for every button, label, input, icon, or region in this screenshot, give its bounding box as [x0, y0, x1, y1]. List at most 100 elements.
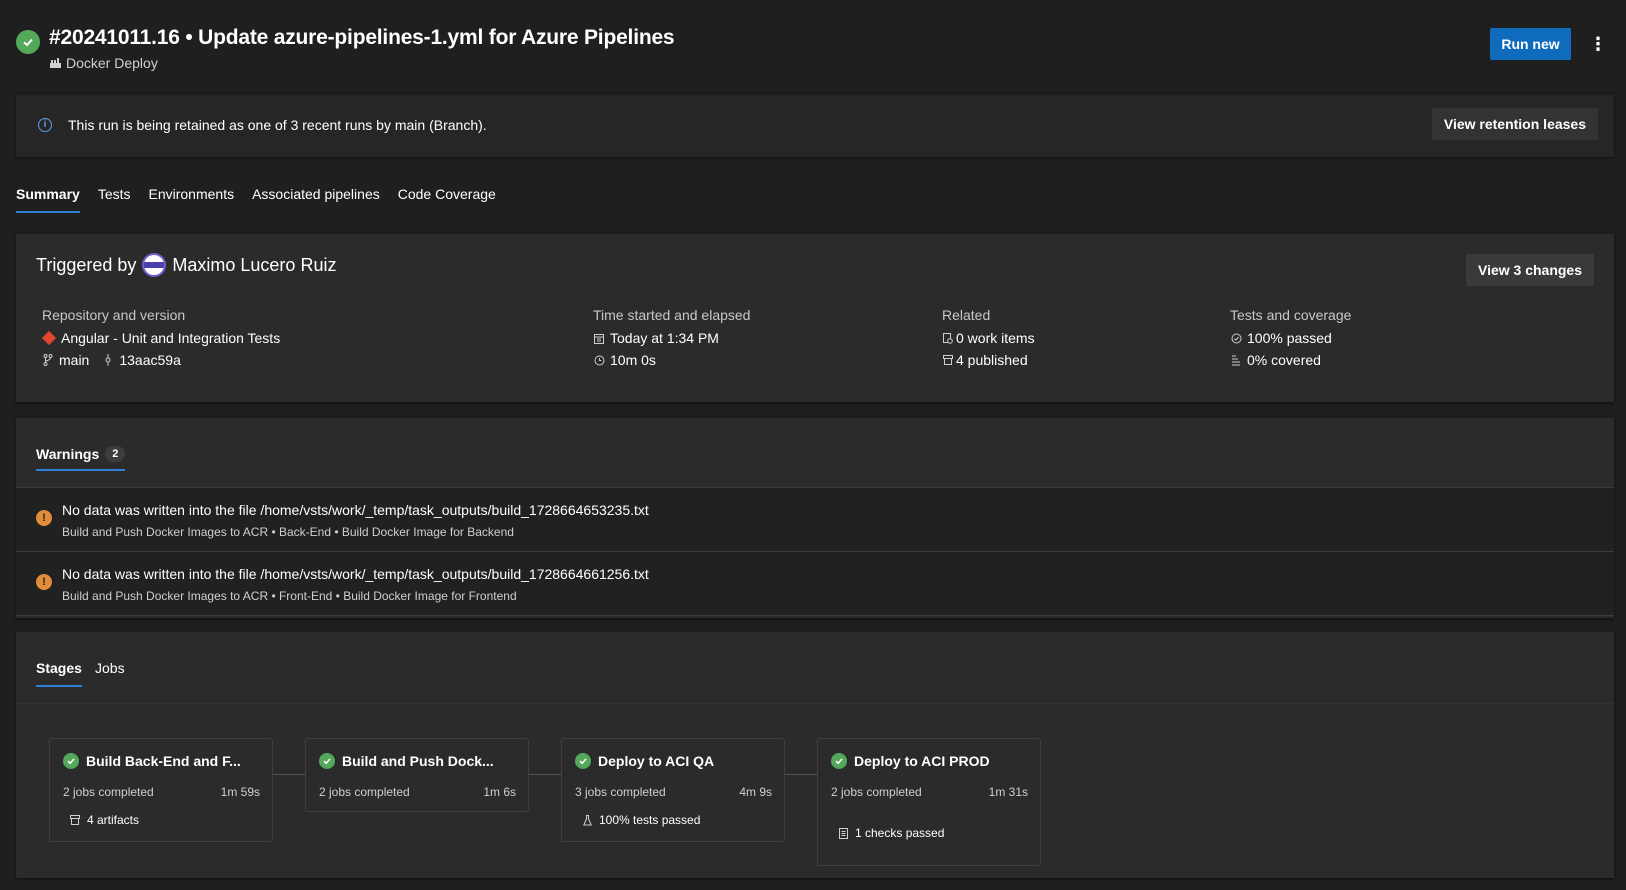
stage-connector — [785, 774, 817, 775]
git-repo-icon — [41, 330, 57, 346]
triggered-by-label: Triggered by — [36, 254, 137, 275]
stage-name: Deploy to ACI QA — [598, 753, 715, 769]
summary-card: Triggered by Maximo Lucero Ruiz View 3 c… — [16, 234, 1614, 402]
published-count: 4 published — [956, 352, 1028, 368]
published-row[interactable]: 4 published — [942, 352, 1035, 368]
stage-title: Build Back-End and F... — [63, 753, 241, 769]
stage-artifacts[interactable]: 4 artifacts — [69, 813, 139, 827]
view-changes-button[interactable]: View 3 changes — [1465, 254, 1594, 286]
stage-jobs: 2 jobs completed — [831, 785, 922, 799]
tab-tests[interactable]: Tests — [98, 186, 131, 213]
warnings-label: Warnings — [36, 446, 100, 462]
stage-duration: 1m 31s — [988, 785, 1028, 799]
repo-name: Angular - Unit and Integration Tests — [61, 330, 281, 346]
warning-path: Build and Push Docker Images to ACR • Fr… — [62, 589, 517, 603]
coverage-row[interactable]: 0% covered — [1230, 352, 1351, 368]
triggered-by: Triggered by Maximo Lucero Ruiz — [36, 253, 336, 277]
tab-associated-pipelines[interactable]: Associated pipelines — [252, 186, 380, 213]
stage-jobs: 2 jobs completed — [63, 785, 154, 799]
success-icon — [575, 753, 591, 769]
checklist-icon — [837, 827, 849, 839]
stage-extra-text: 1 checks passed — [855, 826, 945, 840]
tab-warnings[interactable]: Warnings 2 — [36, 446, 126, 471]
tab-environments[interactable]: Environments — [149, 186, 235, 213]
retention-banner: i This run is being retained as one of 3… — [16, 95, 1614, 157]
stage-tests[interactable]: 100% tests passed — [581, 813, 700, 827]
stage-card[interactable]: Deploy to ACI QA 3 jobs completed 4m 9s … — [561, 738, 785, 842]
start-time-row: Today at 1:34 PM — [593, 330, 750, 346]
view-retention-leases-button[interactable]: View retention leases — [1431, 108, 1598, 140]
stage-title: Build and Push Dock... — [319, 753, 494, 769]
artifact-icon — [69, 815, 81, 825]
tests-column: Tests and coverage 100% passed 0% covere… — [1230, 307, 1351, 374]
stage-checks[interactable]: 1 checks passed — [837, 826, 944, 840]
pipeline-name: Docker Deploy — [66, 55, 158, 71]
run-tabs: Summary Tests Environments Associated pi… — [16, 186, 514, 213]
stage-connector — [273, 774, 305, 775]
info-icon: i — [38, 118, 52, 132]
pipeline-icon — [49, 57, 62, 69]
tab-stages[interactable]: Stages — [36, 660, 82, 687]
beaker-icon — [581, 814, 593, 826]
stage-name: Build and Push Dock... — [342, 753, 494, 769]
tab-jobs[interactable]: Jobs — [95, 660, 125, 687]
tests-passed: 100% passed — [1247, 330, 1332, 346]
repository-column: Repository and version Angular - Unit an… — [41, 307, 281, 374]
work-item-icon — [942, 332, 954, 344]
calendar-icon — [593, 333, 605, 344]
artifact-icon — [942, 355, 954, 365]
stage-card[interactable]: Build and Push Dock... 2 jobs completed … — [305, 738, 529, 812]
trigger-user-name[interactable]: Maximo Lucero Ruiz — [172, 255, 336, 276]
related-column: Related 0 work items 4 published — [942, 307, 1035, 374]
elapsed-row: 10m 0s — [593, 352, 750, 368]
stage-jobs: 3 jobs completed — [575, 785, 666, 799]
tests-passed-row[interactable]: 100% passed — [1230, 330, 1351, 346]
related-header: Related — [942, 307, 991, 323]
time-header: Time started and elapsed — [593, 307, 751, 323]
clock-icon — [593, 355, 605, 366]
stage-card[interactable]: Deploy to ACI PROD 2 jobs completed 1m 3… — [817, 738, 1041, 866]
success-status-icon — [16, 30, 40, 54]
run-new-button[interactable]: Run new — [1490, 28, 1571, 60]
time-column: Time started and elapsed Today at 1:34 P… — [593, 307, 750, 374]
stage-title: Deploy to ACI PROD — [831, 753, 990, 769]
warning-path: Build and Push Docker Images to ACR • Ba… — [62, 525, 514, 539]
work-items-count: 0 work items — [956, 330, 1035, 346]
warning-icon: ! — [36, 574, 52, 590]
repository-header: Repository and version — [42, 307, 186, 323]
stage-extra-text: 100% tests passed — [599, 813, 701, 827]
warning-item[interactable]: ! No data was written into the file /hom… — [16, 552, 1614, 616]
branch-icon — [42, 354, 54, 366]
repo-row[interactable]: Angular - Unit and Integration Tests — [41, 330, 281, 346]
stage-name: Build Back-End and F... — [86, 753, 241, 769]
stage-name: Deploy to ACI PROD — [854, 753, 990, 769]
tab-summary[interactable]: Summary — [16, 186, 80, 213]
stages-card: Stages Jobs Build Back-End and F... 2 jo… — [16, 632, 1614, 878]
warning-item[interactable]: ! No data was written into the file /hom… — [16, 488, 1614, 552]
stage-jobs: 2 jobs completed — [319, 785, 410, 799]
tests-header: Tests and coverage — [1230, 307, 1352, 323]
success-icon — [63, 753, 79, 769]
warning-message: No data was written into the file /home/… — [62, 502, 649, 518]
warnings-count-badge: 2 — [105, 446, 126, 462]
pipeline-link[interactable]: Docker Deploy — [49, 55, 158, 71]
commit-icon — [102, 354, 114, 366]
warning-message: No data was written into the file /home/… — [62, 566, 649, 582]
more-actions-icon[interactable]: ⋮ — [1586, 30, 1610, 58]
work-items-row[interactable]: 0 work items — [942, 330, 1035, 346]
stages-tabbar: Stages Jobs — [16, 632, 1614, 704]
stage-extra-text: 4 artifacts — [87, 813, 140, 827]
stage-connector — [529, 774, 561, 775]
warnings-tabbar: Warnings 2 — [16, 418, 1614, 488]
stage-title: Deploy to ACI QA — [575, 753, 714, 769]
success-icon — [831, 753, 847, 769]
avatar — [142, 253, 167, 277]
elapsed-time: 10m 0s — [610, 352, 656, 368]
stage-card[interactable]: Build Back-End and F... 2 jobs completed… — [49, 738, 273, 842]
tab-code-coverage[interactable]: Code Coverage — [398, 186, 496, 213]
success-icon — [319, 753, 335, 769]
branch-name[interactable]: main — [59, 352, 89, 368]
run-title: #20241011.16 • Update azure-pipelines-1.… — [49, 26, 675, 49]
commit-id[interactable]: 13aac59a — [119, 352, 181, 368]
retention-message: This run is being retained as one of 3 r… — [68, 117, 487, 133]
